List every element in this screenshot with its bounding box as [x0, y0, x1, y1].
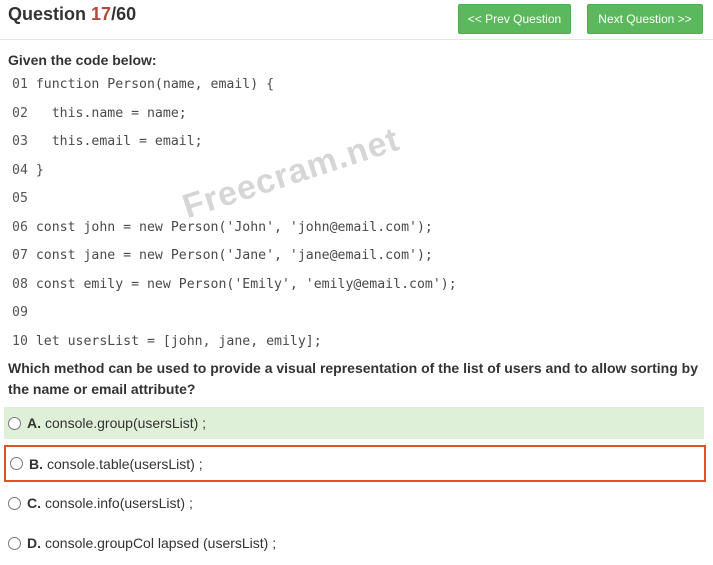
line-number: 08: [12, 276, 28, 292]
radio-button-icon[interactable]: [8, 496, 21, 510]
line-code: this.name = name;: [35, 105, 187, 121]
line-code: const john = new Person('John', 'john@em…: [35, 219, 433, 235]
question-label: Question: [8, 4, 87, 24]
option-text: console.info(usersList) ;: [45, 495, 193, 511]
line-number: 03: [12, 134, 28, 149]
line-number: 07: [12, 248, 28, 263]
line-number: 10: [12, 333, 28, 349]
line-code: }: [35, 162, 44, 178]
given-code-label: Given the code below:: [8, 52, 157, 68]
option-letter: B.: [29, 455, 43, 472]
option-text: console.group(usersList) ;: [45, 415, 207, 431]
code-line: 10 let usersList = [john, jane, emily];: [12, 331, 457, 360]
code-line: 09: [12, 302, 457, 331]
current-question-number: 17: [91, 4, 112, 24]
radio-button-icon[interactable]: [8, 416, 21, 430]
option-text: console.table(usersList) ;: [47, 455, 203, 472]
radio-button-icon[interactable]: [10, 457, 23, 470]
question-text: Which method can be used to provide a vi…: [8, 360, 698, 397]
code-line: 07 const jane = new Person('Jane', 'jane…: [12, 245, 457, 274]
next-question-button[interactable]: Next Question >>: [587, 4, 703, 34]
option-text: console.groupCol lapsed (usersList) ;: [45, 535, 277, 551]
answer-option-c[interactable]: C. console.info(usersList) ;: [4, 487, 704, 519]
code-block: 01 function Person(name, email) { 02 thi…: [12, 74, 457, 359]
line-number: 05: [12, 191, 28, 206]
answer-option-b[interactable]: B. console.table(usersList) ;: [4, 445, 706, 482]
line-code: function Person(name, email) {: [35, 77, 275, 92]
line-code: const emily = new Person('Emily', 'emily…: [35, 276, 457, 292]
prev-question-button[interactable]: << Prev Question: [458, 4, 571, 34]
line-number: 02: [12, 105, 28, 121]
line-code: const jane = new Person('Jane', 'jane@em…: [35, 248, 433, 263]
radio-button-icon[interactable]: [8, 536, 21, 550]
line-number: 01: [12, 77, 28, 92]
answer-option-d[interactable]: D. console.groupCol lapsed (usersList) ;: [4, 527, 704, 559]
line-number: 04: [12, 162, 28, 178]
line-number: 06: [12, 219, 28, 235]
line-number: 09: [12, 305, 28, 320]
question-counter: Question 17/60: [8, 4, 136, 25]
answer-option-a[interactable]: A. console.group(usersList) ;: [4, 407, 704, 439]
question-header: Question 17/60 << Prev Question Next Que…: [0, 0, 713, 40]
option-letter: A.: [27, 415, 41, 431]
line-code: this.email = email;: [35, 134, 203, 149]
code-line: 01 function Person(name, email) {: [12, 74, 457, 103]
option-letter: C.: [27, 495, 41, 511]
option-letter: D.: [27, 535, 41, 551]
code-line: 06 const john = new Person('John', 'john…: [12, 217, 457, 246]
total-questions: /60: [111, 4, 137, 24]
line-code: let usersList = [john, jane, emily];: [35, 333, 322, 349]
code-line: 08 const emily = new Person('Emily', 'em…: [12, 274, 457, 303]
